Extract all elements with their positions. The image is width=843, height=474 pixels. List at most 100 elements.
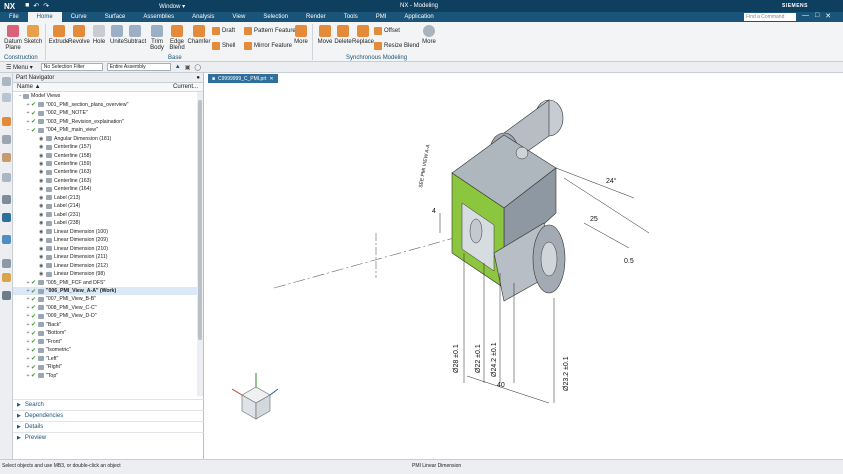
tab-surface[interactable]: Surface — [96, 12, 135, 22]
revolve-button[interactable]: Revolve — [68, 25, 90, 45]
resize-blend-button[interactable]: Resize Blend — [374, 42, 419, 50]
tab-view[interactable]: View — [223, 12, 254, 22]
tree-row[interactable]: + ✔ "007_PMI_View_B-B" — [13, 295, 197, 303]
part-model[interactable] — [451, 99, 566, 302]
eye-icon[interactable]: ◉ — [39, 220, 46, 226]
tab-selection[interactable]: Selection — [254, 12, 297, 22]
eye-icon[interactable]: ◉ — [39, 153, 46, 159]
tab-render[interactable]: Render — [297, 12, 335, 22]
eye-icon[interactable]: ◉ — [39, 237, 46, 243]
system-materials-icon[interactable] — [2, 213, 11, 222]
dimension-label[interactable]: 4 — [432, 208, 436, 215]
tree-row[interactable]: + ✔ "Left" — [13, 355, 197, 363]
filter-icon[interactable]: ▣ — [185, 64, 191, 71]
scrollbar-thumb[interactable] — [198, 100, 202, 340]
tree-row[interactable]: ◉ Angular Dimension (181) — [13, 134, 197, 142]
tab-curve[interactable]: Curve — [62, 12, 96, 22]
visibility-checkbox-icon[interactable]: ✔ — [31, 279, 38, 286]
dimension-label[interactable]: Ø23.2 ±0.1 — [563, 356, 570, 391]
visibility-checkbox-icon[interactable]: ✔ — [31, 321, 38, 328]
mirror-feature-button[interactable]: Mirror Feature — [244, 42, 292, 50]
datum-plane-button[interactable]: Datum Plane — [2, 25, 24, 51]
visibility-checkbox-icon[interactable]: ✔ — [31, 364, 38, 371]
subtract-button[interactable]: Subtract — [124, 25, 146, 45]
tree-row[interactable]: + ✔ "006_PMI_View_A-A" (Work) — [13, 286, 197, 296]
dimension-label[interactable]: Ø28 ±0.1 — [453, 344, 460, 373]
visibility-checkbox-icon[interactable]: ✔ — [31, 313, 38, 320]
tree-row[interactable]: + ✔ "008_PMI_View_C-C" — [13, 304, 197, 312]
extrude-button[interactable]: Extrude — [48, 25, 70, 45]
visibility-checkbox-icon[interactable]: ✔ — [31, 288, 38, 295]
web-browser-icon[interactable] — [2, 173, 11, 182]
eye-icon[interactable]: ◉ — [39, 254, 46, 260]
tab-application[interactable]: Application — [395, 12, 442, 22]
tree-row[interactable]: ◉ Label (214) — [13, 202, 197, 210]
visibility-checkbox-icon[interactable]: ✔ — [31, 347, 38, 354]
tree-row[interactable]: + ✔ "Right" — [13, 363, 197, 371]
tree-row[interactable]: − ✔ "004_PMI_main_view" — [13, 126, 197, 134]
eye-icon[interactable]: ◉ — [39, 246, 46, 252]
tab-assemblies[interactable]: Assemblies — [134, 12, 183, 22]
menu-button[interactable]: ☰ Menu ▾ — [2, 64, 37, 71]
roles-icon[interactable] — [2, 259, 11, 268]
visibility-checkbox-icon[interactable]: ✔ — [31, 304, 38, 311]
tree-row[interactable]: ◉ Centerline (159) — [13, 160, 197, 168]
window-menu[interactable]: Window ▾ — [159, 3, 185, 10]
tab-file[interactable]: File — [0, 12, 28, 22]
tab-home[interactable]: Home — [27, 12, 62, 22]
trim-body-button[interactable]: Trim Body — [146, 25, 168, 51]
tree-row[interactable]: + ✔ "001_PMI_section_plans_overview" — [13, 100, 197, 109]
shell-button[interactable]: Shell — [212, 42, 235, 50]
dimension-label[interactable]: Ø22 ±0.1 — [475, 344, 482, 373]
visibility-checkbox-icon[interactable]: ✔ — [31, 372, 38, 379]
tree-row[interactable]: ◉ Linear Dimension (209) — [13, 236, 197, 244]
hd3d-tools-icon[interactable] — [2, 153, 11, 162]
eye-icon[interactable]: ◉ — [39, 178, 46, 184]
tree-row[interactable]: − Model Views — [13, 92, 197, 100]
tree-row[interactable]: ◉ Centerline (164) — [13, 185, 197, 193]
visibility-checkbox-icon[interactable]: ✔ — [31, 330, 38, 337]
view-note[interactable]: SEE PMI VIEW A-A — [418, 143, 432, 188]
panel-preview[interactable]: ▶ Preview — [13, 432, 204, 443]
tools-icon[interactable] — [2, 291, 11, 300]
process-studio-icon[interactable] — [2, 235, 11, 244]
tree-row[interactable]: ◉ Centerline (163) — [13, 177, 197, 185]
tree-row[interactable]: + ✔ "Top" — [13, 371, 197, 380]
orient-icon[interactable]: ◯ — [194, 64, 201, 71]
tree-row[interactable]: + ✔ "002_PMI_NOTE" — [13, 109, 197, 117]
eye-icon[interactable]: ◉ — [39, 161, 46, 167]
eye-icon[interactable]: ◉ — [39, 195, 46, 201]
pattern-feature-button[interactable]: Pattern Feature — [244, 27, 296, 35]
visibility-checkbox-icon[interactable]: ✔ — [31, 296, 38, 303]
panel-search[interactable]: ▶ Search — [13, 399, 204, 410]
visibility-checkbox-icon[interactable]: ✔ — [31, 355, 38, 362]
view-triad[interactable] — [231, 373, 279, 420]
tree-row[interactable]: + ✔ "005_PMI_FCF and DFS" — [13, 278, 197, 287]
tree-row[interactable]: + ✔ "Front" — [13, 338, 197, 346]
tree-row[interactable]: ◉ Label (238) — [13, 219, 197, 227]
tree-row[interactable]: ◉ Linear Dimension (212) — [13, 261, 197, 269]
dimension-label[interactable]: Ø24.2 ±0.1 — [491, 342, 498, 377]
dimension-label[interactable]: 25 — [590, 216, 598, 223]
tree-row[interactable]: + ✔ "003_PMI_Revision_explaination" — [13, 117, 197, 126]
reuse-library-icon[interactable] — [2, 135, 11, 144]
delete-face-button[interactable]: Delete — [332, 25, 354, 45]
redo-icon[interactable]: ↷ — [43, 2, 49, 10]
eye-icon[interactable]: ◉ — [39, 203, 46, 209]
tree-row[interactable]: + ✔ "Isometric" — [13, 346, 197, 354]
save-icon[interactable]: ■ — [25, 2, 29, 10]
eye-icon[interactable]: ◉ — [39, 136, 46, 142]
selection-scope-dropdown[interactable]: Entire Assembly — [106, 63, 171, 71]
part-navigator-icon[interactable] — [2, 77, 11, 86]
offset-face-button[interactable]: Offset — [374, 27, 400, 35]
tree-row[interactable]: + ✔ "Bottom" — [13, 329, 197, 337]
panel-details[interactable]: ▶ Details — [13, 421, 204, 432]
eye-icon[interactable]: ◉ — [39, 271, 46, 277]
tree-row[interactable]: ◉ Linear Dimension (100) — [13, 228, 197, 236]
tree-row[interactable]: ◉ Label (213) — [13, 194, 197, 202]
eye-icon[interactable]: ◉ — [39, 169, 46, 175]
model-canvas[interactable]: Ø28 ±0.1 Ø22 ±0.1 Ø24.2 ±0.1 Ø23.2 ±0.1 … — [204, 73, 843, 459]
edge-blend-button[interactable]: Edge Blend — [166, 25, 188, 51]
replace-face-button[interactable]: Replace — [352, 25, 374, 45]
visibility-checkbox-icon[interactable]: ✔ — [31, 118, 38, 125]
